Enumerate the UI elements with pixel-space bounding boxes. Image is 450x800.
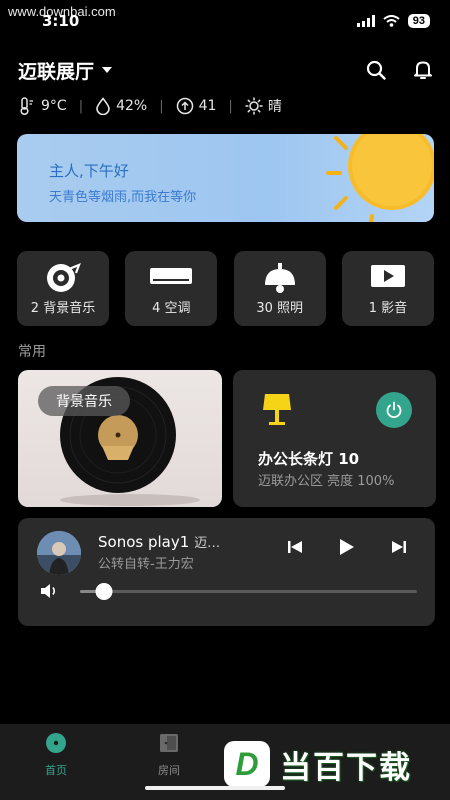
playback-controls [287, 538, 407, 556]
tab-label: 首页 [45, 764, 67, 777]
category-label: 30 照明 [256, 301, 303, 316]
signal-icon [356, 15, 375, 27]
section-title-common: 常用 [18, 344, 46, 360]
speaker-room: 迈… [194, 536, 221, 551]
player-title: Sonos play1 迈… [98, 532, 220, 551]
volume-icon [41, 584, 56, 598]
sun-illustration-icon [326, 134, 434, 222]
play-screen-icon [370, 265, 405, 287]
ceiling-lamp-icon [264, 263, 295, 293]
weather-row: 9°C | 42% | 41 | 晴 [18, 96, 282, 116]
home-selector[interactable]: 迈联展厅 [18, 57, 113, 84]
header: 迈联展厅 [18, 55, 432, 85]
category-background-music[interactable]: 2 背景音乐 [17, 251, 109, 326]
music-player-card: Sonos play1 迈… 公转自转-王力宏 [18, 518, 435, 626]
thermometer-icon [20, 97, 33, 115]
temperature-value: 9°C [41, 98, 67, 114]
album-art[interactable] [37, 531, 81, 575]
weather-separator: | [228, 98, 233, 114]
power-toggle-button[interactable] [376, 392, 412, 428]
tab-rooms[interactable]: 房间 [139, 732, 199, 778]
weather-separator: | [159, 98, 164, 114]
table-lamp-icon [263, 394, 291, 425]
volume-slider-knob[interactable] [95, 583, 113, 600]
battery-indicator: 93 [407, 14, 430, 28]
album-cover-image [37, 531, 81, 575]
song-title: 公转自转-王力宏 [98, 557, 194, 572]
category-air-conditioner[interactable]: 4 空调 [125, 251, 218, 326]
status-time: 3:10 [42, 12, 80, 30]
logo-text: 当百下载 [280, 749, 412, 786]
air-quality-icon [176, 97, 193, 115]
air-quality-value: 41 [198, 98, 217, 114]
humidity-value: 42% [116, 98, 148, 114]
air-conditioner-icon [150, 268, 193, 284]
weather-separator: | [78, 98, 84, 114]
category-lighting[interactable]: 30 照明 [233, 251, 326, 326]
door-icon [160, 734, 178, 752]
play-icon[interactable] [339, 538, 355, 556]
sun-outline-icon [245, 97, 263, 115]
home-indicator [145, 786, 285, 790]
background-music-label: 背景音乐 [38, 386, 130, 416]
lamp-name: 办公长条灯 10 [258, 450, 360, 468]
lamp-status: 迈联办公区 亮度 100% [258, 474, 395, 489]
lamp-device-card[interactable]: 办公长条灯 10 迈联办公区 亮度 100% [233, 370, 436, 507]
home-tab-icon [46, 733, 66, 753]
speaker-name: Sonos play1 [98, 533, 190, 551]
logo-letter: D [235, 745, 259, 782]
greeting-title: 主人,下午好 [49, 162, 129, 180]
weather-condition: 晴 [267, 99, 282, 115]
device-categories: 2 背景音乐 4 空调 30 照明 1 影音 [17, 251, 434, 326]
volume-slider[interactable] [80, 583, 417, 600]
background-music-card[interactable]: 背景音乐 [18, 370, 222, 507]
category-media[interactable]: 1 影音 [341, 251, 434, 326]
greeting-subtitle: 天青色等烟雨,而我在等你 [49, 190, 197, 205]
category-label: 1 影音 [368, 301, 408, 316]
category-label: 4 空调 [152, 301, 191, 316]
tab-label: 房间 [158, 764, 180, 777]
bell-icon[interactable] [414, 60, 432, 80]
wifi-icon [383, 15, 400, 27]
logo-badge: D [224, 741, 270, 787]
home-name: 迈联展厅 [18, 60, 95, 83]
search-icon[interactable] [366, 60, 386, 80]
greeting-banner: 主人,下午好 天青色等烟雨,而我在等你 [17, 134, 434, 222]
previous-track-icon[interactable] [287, 540, 303, 554]
status-icons: 93 [356, 14, 430, 28]
category-label: 2 背景音乐 [30, 301, 96, 316]
caret-down-icon [102, 66, 113, 73]
music-disc-icon [47, 263, 81, 292]
next-track-icon[interactable] [391, 540, 407, 554]
tab-home[interactable]: 首页 [26, 732, 86, 778]
power-icon [386, 401, 402, 419]
humidity-drop-icon [96, 97, 110, 115]
